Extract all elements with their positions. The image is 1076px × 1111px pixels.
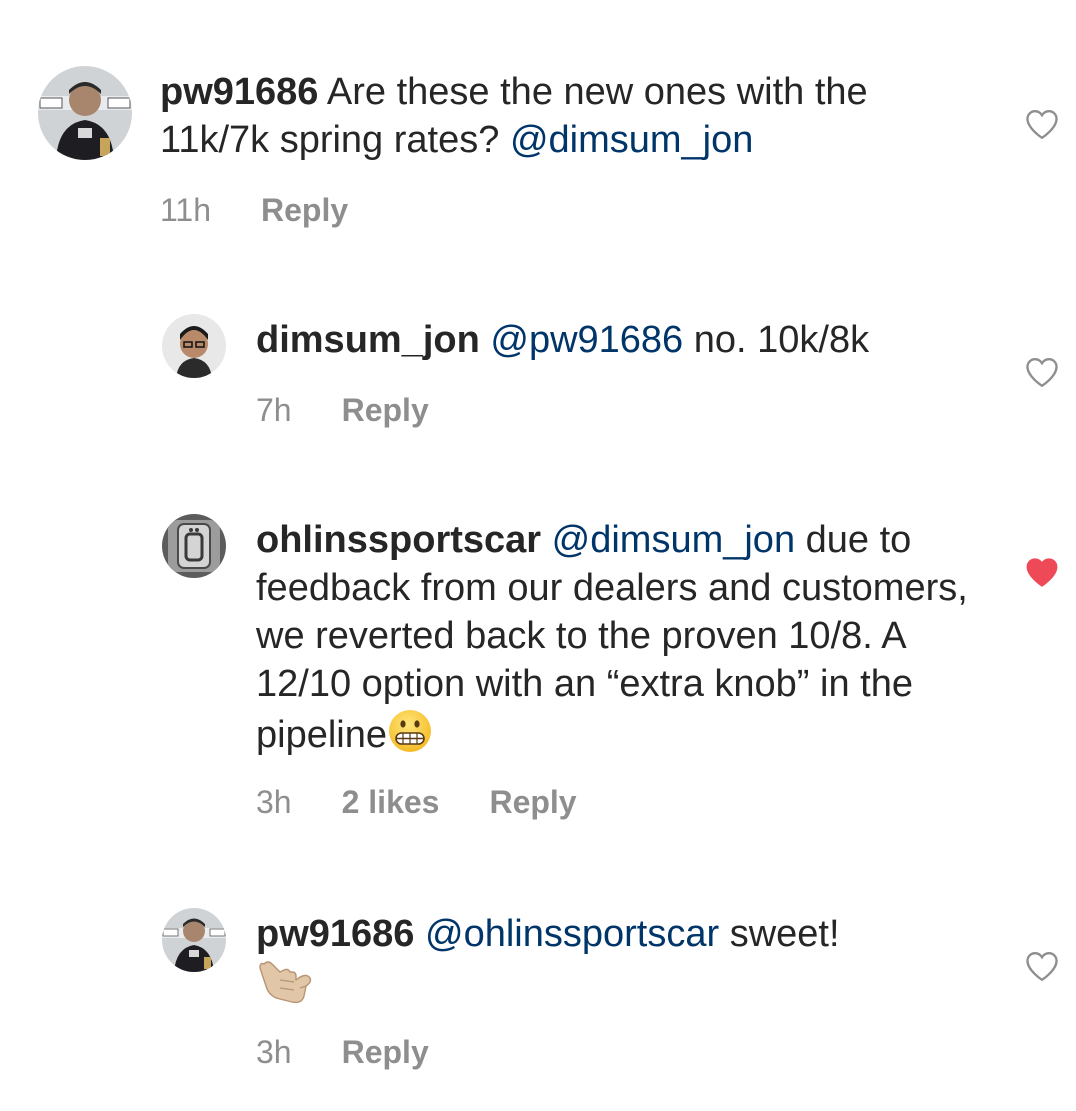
comment-username[interactable]: ohlinssportscar — [256, 519, 541, 561]
comment-meta: 7h Reply — [256, 390, 429, 430]
comment-username[interactable]: dimsum_jon — [256, 319, 480, 361]
heart-icon[interactable] — [1024, 356, 1060, 388]
comment-timestamp: 11h — [160, 192, 212, 228]
comment-body: no. 10k/8k — [683, 319, 870, 361]
comment-body: sweet! — [719, 913, 840, 955]
comment-timestamp: 3h — [256, 1034, 292, 1070]
reply-button[interactable]: Reply — [261, 190, 348, 230]
reply-button[interactable]: Reply — [342, 1032, 429, 1072]
reply-button[interactable]: Reply — [342, 390, 429, 430]
comment-mention[interactable]: @ohlinssportscar — [425, 913, 719, 955]
avatar[interactable] — [162, 314, 226, 378]
comment-username[interactable]: pw91686 — [256, 913, 414, 955]
comment-timestamp: 7h — [256, 392, 292, 428]
avatar[interactable] — [162, 908, 226, 972]
comment-text: pw91686 @ohlinssportscar sweet! — [256, 910, 976, 1018]
comment-meta: 11h Reply — [160, 190, 348, 230]
comment-text: ohlinssportscar @dimsum_jon due to feedb… — [256, 516, 976, 766]
comment-text: pw91686 Are these the new ones with the … — [160, 68, 940, 164]
comment-meta: 3h 2 likes Reply — [256, 782, 577, 822]
reply-button[interactable]: Reply — [489, 782, 576, 822]
comment-username[interactable]: pw91686 — [160, 71, 318, 113]
likes-count[interactable]: 2 likes — [342, 782, 440, 822]
heart-filled-icon[interactable] — [1024, 556, 1060, 588]
avatar[interactable] — [38, 66, 132, 160]
call-me-hand-icon — [256, 958, 312, 1018]
heart-icon[interactable] — [1024, 950, 1060, 982]
comment-mention[interactable]: @dimsum_jon — [552, 519, 795, 561]
grimacing-face-icon — [387, 708, 433, 766]
comment-mention[interactable]: @dimsum_jon — [510, 119, 753, 161]
comment-timestamp: 3h — [256, 784, 292, 820]
comment-meta: 3h Reply — [256, 1032, 429, 1072]
comment-text: dimsum_jon @pw91686 no. 10k/8k — [256, 316, 976, 364]
heart-icon[interactable] — [1024, 108, 1060, 140]
comment-mention[interactable]: @pw91686 — [490, 319, 683, 361]
avatar[interactable] — [162, 514, 226, 578]
